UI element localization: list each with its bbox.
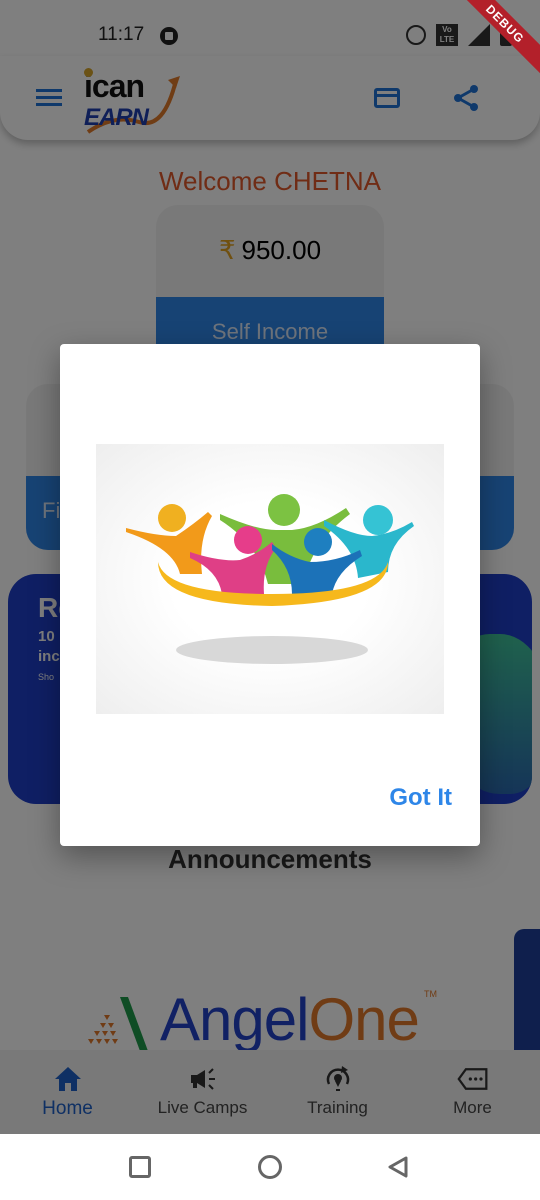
dialog-image: [96, 444, 444, 714]
people-group-illustration: [126, 494, 414, 664]
popup-dialog: Got It: [60, 344, 480, 846]
recent-apps-icon[interactable]: [129, 1156, 151, 1178]
home-circle-icon[interactable]: [258, 1155, 282, 1179]
system-navigation-bar: [0, 1134, 540, 1200]
got-it-button[interactable]: Got It: [389, 784, 452, 812]
app-screen: 11:17 Vo LTE ican EARN Welcom: [0, 0, 540, 1134]
back-icon[interactable]: [386, 1155, 410, 1179]
